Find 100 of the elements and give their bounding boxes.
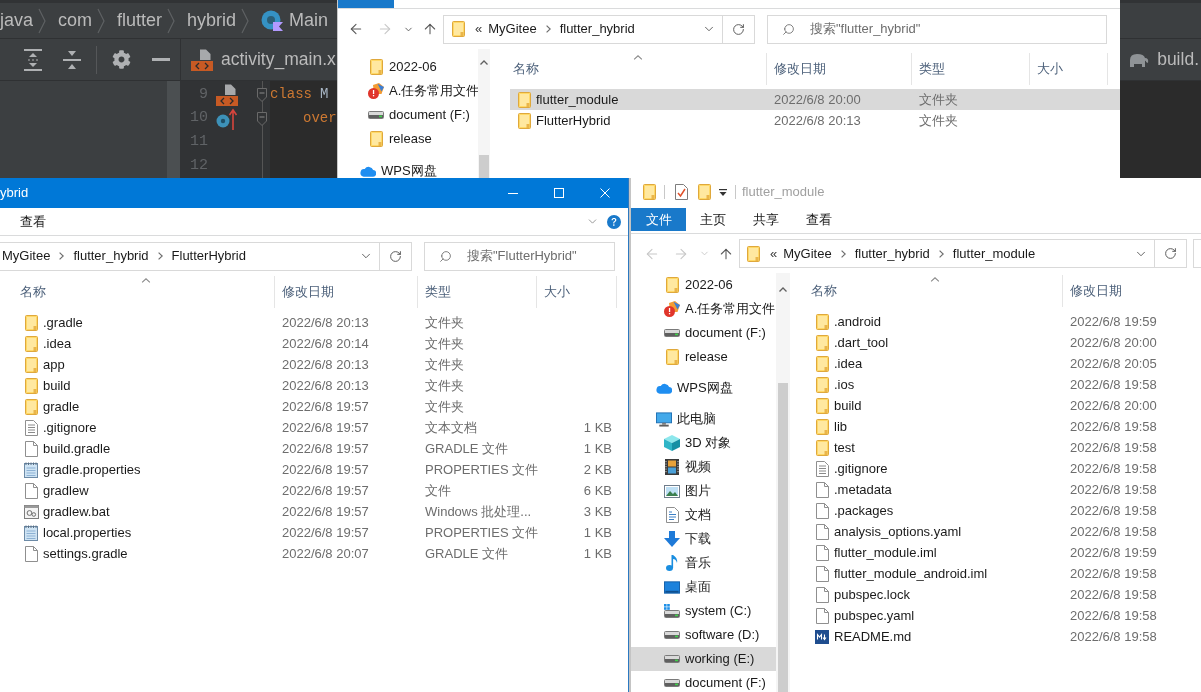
breadcrumb-item[interactable]: flutter_hybrid bbox=[559, 19, 635, 39]
sidebar-item[interactable]: software (D:) bbox=[631, 623, 776, 647]
file-row[interactable]: .idea 2022/6/8 20:14 文件夹 bbox=[17, 333, 628, 354]
file-row[interactable]: gradle 2022/6/8 19:57 文件夹 bbox=[17, 396, 628, 417]
breadcrumb-overflow[interactable]: « bbox=[770, 243, 778, 264]
sidebar-item[interactable]: WPS网盘 bbox=[338, 159, 478, 178]
sidebar-item[interactable]: system (C:) bbox=[631, 599, 776, 623]
breadcrumb-item[interactable]: Main bbox=[261, 7, 329, 34]
file-row[interactable]: pubspec.lock 2022/6/8 19:58 bbox=[808, 584, 1201, 605]
collapse-all-icon[interactable] bbox=[63, 48, 81, 71]
file-row[interactable]: test 2022/6/8 19:58 bbox=[808, 437, 1201, 458]
fold-marker-icon[interactable] bbox=[257, 87, 267, 102]
file-row[interactable]: README.md 2022/6/8 19:58 bbox=[808, 626, 1201, 647]
file-row[interactable]: FlutterHybrid 2022/6/8 20:13 文件夹 bbox=[510, 110, 1120, 131]
breadcrumb-item[interactable]: MyGitee bbox=[488, 19, 537, 39]
file-row[interactable]: .metadata 2022/6/8 19:58 bbox=[808, 479, 1201, 500]
column-header[interactable]: 大小 bbox=[1037, 59, 1063, 79]
folder-icon[interactable] bbox=[698, 184, 711, 200]
file-row[interactable]: .idea 2022/6/8 20:05 bbox=[808, 353, 1201, 374]
file-row[interactable]: gradlew.bat 2022/6/8 19:57 Windows 批处理... 3 KB bbox=[17, 501, 628, 522]
column-header[interactable]: 名称 bbox=[513, 59, 539, 79]
file-row[interactable]: flutter_module 2022/6/8 20:00 文件夹 bbox=[510, 89, 1120, 110]
scroll-up-icon[interactable] bbox=[779, 286, 787, 292]
sidebar-item[interactable]: 桌面 bbox=[631, 575, 776, 599]
column-header[interactable]: 修改日期 bbox=[1070, 281, 1122, 301]
breadcrumb-item[interactable]: flutter bbox=[117, 7, 163, 34]
search-field[interactable]: 搜索"flutter_hybrid" bbox=[767, 14, 1107, 44]
column-header[interactable]: 类型 bbox=[919, 59, 945, 79]
file-row[interactable]: settings.gradle 2022/6/8 20:07 GRADLE 文件 1 KB bbox=[17, 543, 628, 564]
column-header[interactable]: 大小 bbox=[544, 282, 570, 302]
sidebar-item[interactable]: 图片 bbox=[631, 479, 776, 503]
file-row[interactable]: lib 2022/6/8 19:58 bbox=[808, 416, 1201, 437]
breadcrumb-item[interactable]: MyGitee bbox=[783, 243, 832, 264]
fold-marker-icon[interactable] bbox=[257, 111, 267, 126]
breadcrumb-item[interactable]: FlutterHybrid bbox=[171, 246, 246, 266]
file-row[interactable]: pubspec.yaml 2022/6/8 19:58 bbox=[808, 605, 1201, 626]
file-row[interactable]: app 2022/6/8 20:13 文件夹 bbox=[17, 354, 628, 375]
search-field[interactable] bbox=[1193, 239, 1201, 268]
sidebar-item[interactable]: 2022-06 bbox=[338, 55, 478, 79]
address-bar[interactable]: MyGitee flutter_hybrid FlutterHybrid bbox=[0, 241, 412, 271]
sidebar-item[interactable]: working (E:) bbox=[631, 647, 776, 671]
sidebar-item[interactable]: 此电脑 bbox=[631, 407, 776, 431]
column-header[interactable]: 修改日期 bbox=[774, 59, 826, 79]
folder-icon[interactable] bbox=[643, 184, 656, 200]
file-row[interactable]: .gradle 2022/6/8 20:13 文件夹 bbox=[17, 312, 628, 333]
checkmark-page-icon[interactable] bbox=[675, 184, 688, 200]
scrollbar[interactable] bbox=[776, 273, 790, 692]
file-row[interactable]: .ios 2022/6/8 19:58 bbox=[808, 374, 1201, 395]
editor-tab[interactable]: build. bbox=[1127, 46, 1199, 73]
breadcrumb-item[interactable]: hybrid bbox=[187, 7, 237, 34]
breadcrumb-item[interactable]: flutter_hybrid bbox=[73, 246, 149, 266]
ribbon-tab[interactable]: 查看 bbox=[6, 210, 59, 233]
ribbon-tab[interactable]: 查看 bbox=[792, 208, 845, 231]
breadcrumb-overflow[interactable]: « bbox=[475, 19, 483, 39]
scrollbar[interactable] bbox=[478, 49, 490, 178]
breadcrumb-item[interactable]: MyGitee bbox=[2, 246, 51, 266]
column-header[interactable]: 类型 bbox=[425, 282, 451, 302]
file-row[interactable]: .gitignore 2022/6/8 19:58 bbox=[808, 458, 1201, 479]
scrollbar[interactable] bbox=[167, 81, 180, 178]
sidebar-item[interactable]: document (F:) bbox=[631, 671, 776, 692]
file-row[interactable]: .gitignore 2022/6/8 19:57 文本文档 1 KB bbox=[17, 417, 628, 438]
ribbon-tab[interactable]: 共享 bbox=[739, 208, 792, 231]
column-header[interactable]: 名称 bbox=[811, 281, 837, 301]
file-row[interactable]: .android 2022/6/8 19:59 bbox=[808, 311, 1201, 332]
breadcrumb-item[interactable]: flutter_module bbox=[952, 243, 1036, 264]
sidebar-item[interactable]: document (F:) bbox=[631, 321, 776, 345]
file-row[interactable]: .dart_tool 2022/6/8 20:00 bbox=[808, 332, 1201, 353]
sidebar-item[interactable]: document (F:) bbox=[338, 103, 478, 127]
scrollbar-thumb[interactable] bbox=[479, 155, 489, 178]
sidebar-item[interactable]: 2022-06 bbox=[631, 273, 776, 297]
file-row[interactable]: analysis_options.yaml 2022/6/8 19:58 bbox=[808, 521, 1201, 542]
sidebar-item[interactable]: 文档 bbox=[631, 503, 776, 527]
search-field[interactable]: 搜索"FlutterHybrid" bbox=[424, 241, 615, 271]
file-row[interactable]: build.gradle 2022/6/8 19:57 GRADLE 文件 1 KB bbox=[17, 438, 628, 459]
ribbon-tab[interactable]: 主页 bbox=[686, 208, 739, 231]
sidebar-item[interactable]: WPS网盘 bbox=[631, 376, 776, 400]
expand-all-icon[interactable] bbox=[24, 48, 42, 71]
file-row[interactable]: gradlew 2022/6/8 19:57 文件 6 KB bbox=[17, 480, 628, 501]
sidebar-item[interactable]: 下载 bbox=[631, 527, 776, 551]
scrollbar-thumb[interactable] bbox=[778, 383, 788, 692]
column-header[interactable]: 修改日期 bbox=[282, 282, 334, 302]
breadcrumb-item[interactable]: java bbox=[0, 7, 34, 34]
file-row[interactable]: build 2022/6/8 20:00 bbox=[808, 395, 1201, 416]
file-row[interactable]: local.properties 2022/6/8 19:57 PROPERTIES 文件 1 KB bbox=[17, 522, 628, 543]
sidebar-item[interactable]: 3D 对象 bbox=[631, 431, 776, 455]
sidebar-item[interactable]: 视频 bbox=[631, 455, 776, 479]
sidebar-item[interactable]: 音乐 bbox=[631, 551, 776, 575]
file-row[interactable]: build 2022/6/8 20:13 文件夹 bbox=[17, 375, 628, 396]
address-bar[interactable]: « MyGitee flutter_hybrid flutter_module bbox=[739, 239, 1187, 268]
dropdown-icon[interactable] bbox=[719, 188, 727, 196]
editor-tab[interactable]: activity_main.x bbox=[191, 46, 336, 73]
sidebar-item[interactable]: release bbox=[631, 345, 776, 369]
help-icon[interactable] bbox=[607, 214, 621, 229]
address-bar[interactable]: « MyGitee flutter_hybrid bbox=[443, 14, 755, 44]
scroll-up-icon[interactable] bbox=[480, 59, 488, 65]
sidebar-item[interactable]: A.任务常用文件 bbox=[338, 79, 478, 103]
sidebar-item[interactable]: A.任务常用文件 bbox=[631, 297, 776, 321]
column-header[interactable]: 名称 bbox=[20, 282, 46, 302]
file-row[interactable]: flutter_module_android.iml 2022/6/8 19:58 bbox=[808, 563, 1201, 584]
file-row[interactable]: .packages 2022/6/8 19:58 bbox=[808, 500, 1201, 521]
